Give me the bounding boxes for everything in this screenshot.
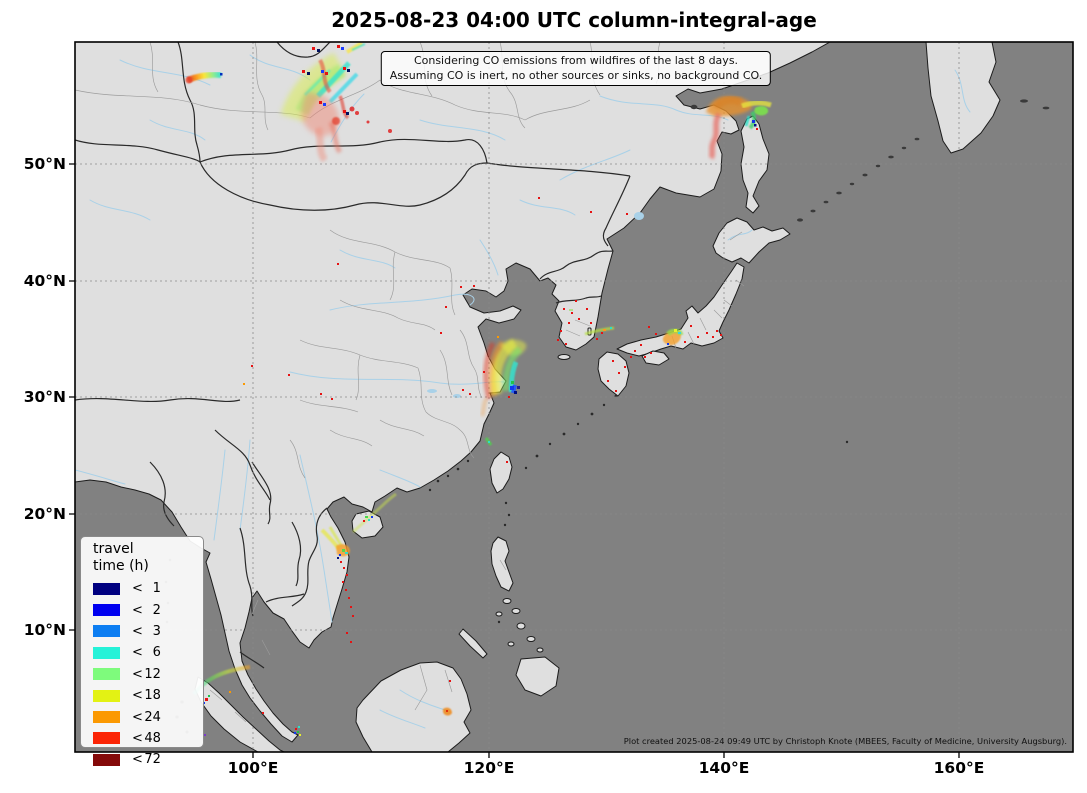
x-tick-label: 160°E bbox=[934, 759, 985, 777]
legend-label: <6 bbox=[132, 645, 161, 660]
y-tick-label: 20°N bbox=[24, 505, 66, 523]
legend-items: <1 <2 <3 <6 <12 <18 <24 <48 <72 bbox=[93, 578, 203, 771]
legend-swatch bbox=[93, 732, 120, 744]
legend-item: <6 bbox=[93, 642, 203, 663]
legend-item: <72 bbox=[93, 749, 203, 770]
x-tick-label: 140°E bbox=[699, 759, 750, 777]
legend-title-line1: travel bbox=[93, 541, 203, 558]
legend-label: <48 bbox=[132, 731, 161, 746]
y-tick-label: 40°N bbox=[24, 272, 66, 290]
legend-swatch bbox=[93, 583, 120, 595]
y-tick-label: 50°N bbox=[24, 155, 66, 173]
legend-item: <48 bbox=[93, 728, 203, 749]
lake-khanka bbox=[634, 212, 644, 220]
legend-item: <12 bbox=[93, 664, 203, 685]
legend-item: <24 bbox=[93, 706, 203, 727]
credit-text: Plot created 2025-08-24 09:49 UTC by Chr… bbox=[624, 736, 1067, 746]
legend-item: <18 bbox=[93, 685, 203, 706]
y-axis-labels: 50°N 40°N 30°N 20°N 10°N bbox=[24, 155, 66, 639]
legend-swatch bbox=[93, 647, 120, 659]
legend-swatch bbox=[93, 711, 120, 723]
legend-label: <1 bbox=[132, 581, 161, 596]
legend-title-line2: time (h) bbox=[93, 558, 203, 575]
legend-swatch bbox=[93, 668, 120, 680]
legend-label: <72 bbox=[132, 752, 161, 767]
legend-label: <18 bbox=[132, 688, 161, 703]
legend-swatch bbox=[93, 604, 120, 616]
figure: 2025-08-23 04:00 UTC column-integral-age bbox=[0, 0, 1087, 793]
x-axis-labels: 100°E 120°E 140°E 160°E bbox=[228, 759, 985, 777]
legend-swatch bbox=[93, 625, 120, 637]
legend-swatch bbox=[93, 754, 120, 766]
y-tick-label: 10°N bbox=[24, 621, 66, 639]
annotation-line2: Assuming CO is inert, no other sources o… bbox=[390, 68, 762, 83]
annotation-box: Considering CO emissions from wildfires … bbox=[381, 51, 771, 86]
y-tick-label: 30°N bbox=[24, 388, 66, 406]
legend-swatch bbox=[93, 690, 120, 702]
legend-title: travel time (h) bbox=[93, 541, 203, 575]
legend-label: <12 bbox=[132, 667, 161, 682]
x-tick-label: 100°E bbox=[228, 759, 279, 777]
legend-label: <2 bbox=[132, 603, 161, 618]
island-jeju bbox=[558, 355, 570, 360]
legend-label: <24 bbox=[132, 710, 161, 725]
legend-item: <3 bbox=[93, 621, 203, 642]
x-tick-label: 120°E bbox=[464, 759, 515, 777]
legend: travel time (h) <1<2<3<6<12<18<24<48<72 bbox=[80, 536, 204, 748]
legend-item: <2 bbox=[93, 599, 203, 620]
annotation-line1: Considering CO emissions from wildfires … bbox=[390, 53, 762, 68]
legend-item: <1 bbox=[93, 578, 203, 599]
legend-label: <3 bbox=[132, 624, 161, 639]
